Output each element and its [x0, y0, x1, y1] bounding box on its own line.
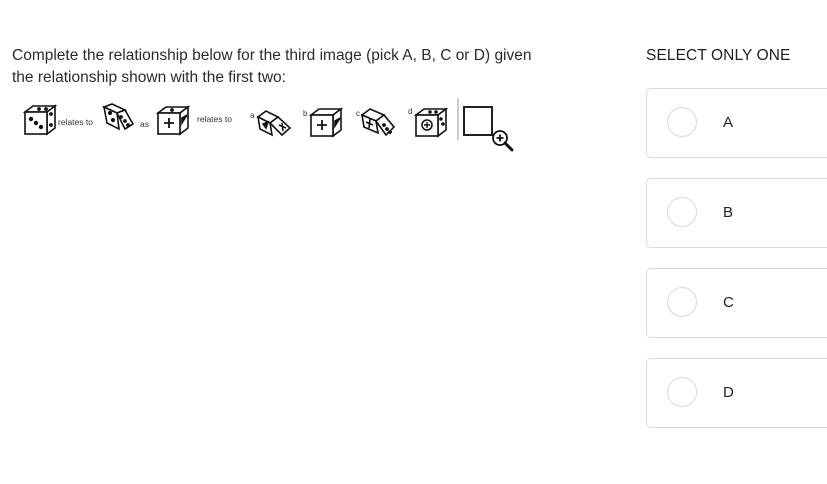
option-d-cube: [413, 107, 449, 138]
option-b[interactable]: B: [646, 178, 827, 248]
option-c-cube: [360, 108, 396, 137]
radio-b[interactable]: [667, 197, 697, 227]
zoom-in-icon[interactable]: [490, 128, 516, 154]
dice-cube-1: [22, 104, 58, 136]
question-figure: relates to as relates to a b c d: [22, 95, 522, 157]
dice-relationship-figure: relates to as relates to a b c d: [22, 98, 493, 140]
select-only-one-heading: SELECT ONLY ONE: [646, 47, 791, 64]
option-a-cube: [256, 110, 292, 137]
option-d-label: D: [723, 384, 734, 401]
radio-d[interactable]: [667, 377, 697, 407]
option-c-label: C: [723, 294, 734, 311]
dice-cube-2: [101, 103, 135, 131]
answer-placeholder-box: [463, 106, 493, 136]
option-letter-b: b: [303, 109, 308, 118]
radio-a[interactable]: [667, 107, 697, 137]
option-c[interactable]: C: [646, 268, 827, 338]
option-letter-c: c: [356, 109, 360, 118]
option-b-cube: [308, 107, 344, 138]
option-b-label: B: [723, 204, 734, 221]
radio-c[interactable]: [667, 287, 697, 317]
option-d[interactable]: D: [646, 358, 827, 428]
relates-to-label-2: relates to: [197, 114, 232, 124]
as-label: as: [140, 119, 149, 129]
question-text: Complete the relationship below for the …: [12, 47, 532, 86]
option-letter-a: a: [250, 111, 255, 120]
relates-to-label-1: relates to: [58, 117, 93, 127]
option-a-label: A: [723, 114, 734, 131]
option-letter-d: d: [408, 107, 412, 116]
option-a[interactable]: A: [646, 88, 827, 158]
dice-cube-3: [155, 105, 191, 136]
